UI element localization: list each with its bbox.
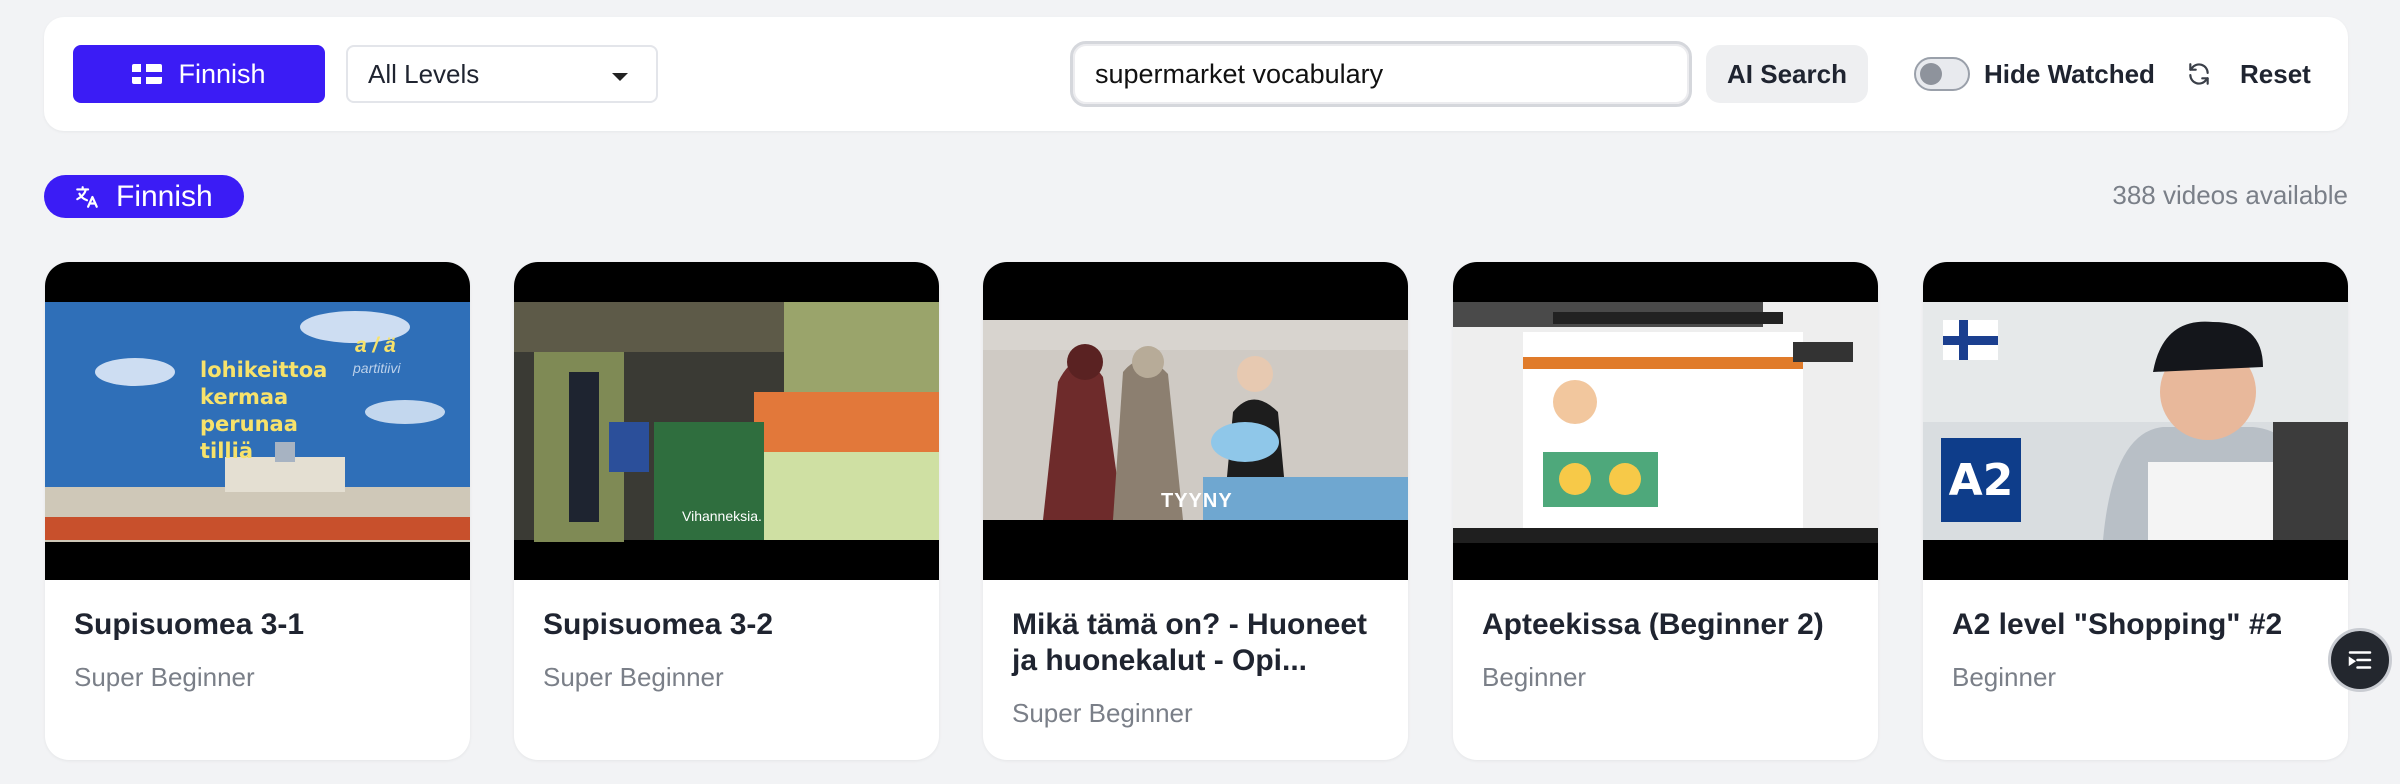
video-title: Mikä tämä on? - Huoneet ja huonekalut - … [1012, 608, 1368, 677]
video-level: Beginner [1952, 662, 2057, 692]
video-title: A2 level "Shopping" #2 [1952, 608, 2283, 641]
thumb-corner-text: a / ä [355, 334, 396, 357]
thumb-text-line: lohikeittoa [200, 358, 328, 382]
video-level: Super Beginner [543, 662, 724, 692]
hide-watched-toggle[interactable] [1914, 57, 1970, 91]
thumb-text-line: tilliä [200, 439, 254, 463]
video-card[interactable]: A2 A2 level "Shopping" #2 Beginner [1923, 262, 2348, 760]
language-button[interactable]: Finnish [73, 45, 325, 103]
video-level: Beginner [1482, 662, 1587, 692]
video-count: 388 videos available [2112, 180, 2348, 210]
level-select[interactable]: All Levels [346, 45, 658, 103]
finland-flag-icon [132, 64, 163, 84]
thumb-text-line: perunaa [200, 412, 298, 436]
translate-icon [76, 185, 98, 208]
toggle-knob [1920, 63, 1942, 85]
video-thumbnail: lohikeittoa kermaa perunaa tilliä a / ä … [45, 262, 470, 580]
language-badge-label: Finnish [116, 179, 213, 213]
ai-search-button[interactable]: AI Search [1706, 45, 1868, 103]
video-thumbnail: A2 [1923, 262, 2348, 580]
video-title: Apteekissa (Beginner 2) [1482, 608, 1824, 641]
level-select-value: All Levels [368, 58, 480, 89]
video-level: Super Beginner [74, 662, 255, 692]
video-level: Super Beginner [1012, 698, 1193, 728]
video-title: Supisuomea 3-2 [543, 608, 774, 641]
thumb-text-line: kermaa [200, 385, 289, 409]
thumb-corner-subtext: partitiivi [353, 360, 401, 376]
search-input[interactable] [1070, 41, 1692, 107]
language-badge: Finnish [44, 175, 244, 218]
thumb-caption: TYYNY [1161, 490, 1233, 512]
video-card[interactable]: lohikeittoa kermaa perunaa tilliä a / ä … [45, 262, 470, 760]
thumb-caption: Vihanneksia. [682, 508, 762, 524]
level-badge: A2 [1941, 438, 2021, 522]
playlist-fab-button[interactable] [2328, 628, 2392, 692]
video-card[interactable]: Vihanneksia. Supisuomea 3-2 Super Beginn… [514, 262, 939, 760]
refresh-icon [2189, 63, 2209, 85]
video-title: Supisuomea 3-1 [74, 608, 305, 641]
reset-label: Reset [2240, 58, 2311, 89]
chevron-down-icon [612, 73, 628, 81]
video-thumbnail [1453, 262, 1878, 580]
reset-button[interactable]: Reset [2174, 47, 2323, 101]
video-card[interactable]: TYYNY Mikä tämä on? - Huoneet ja huoneka… [983, 262, 1408, 760]
language-button-label: Finnish [178, 58, 266, 89]
filter-toolbar: Finnish All Levels AI Search Hide Watche… [44, 17, 2348, 131]
video-thumbnail: TYYNY [983, 262, 1408, 580]
playlist-icon [2348, 651, 2372, 669]
video-thumbnail: Vihanneksia. [514, 262, 939, 580]
video-card[interactable]: Apteekissa (Beginner 2) Beginner [1453, 262, 1878, 760]
hide-watched-label: Hide Watched [1984, 59, 2155, 89]
